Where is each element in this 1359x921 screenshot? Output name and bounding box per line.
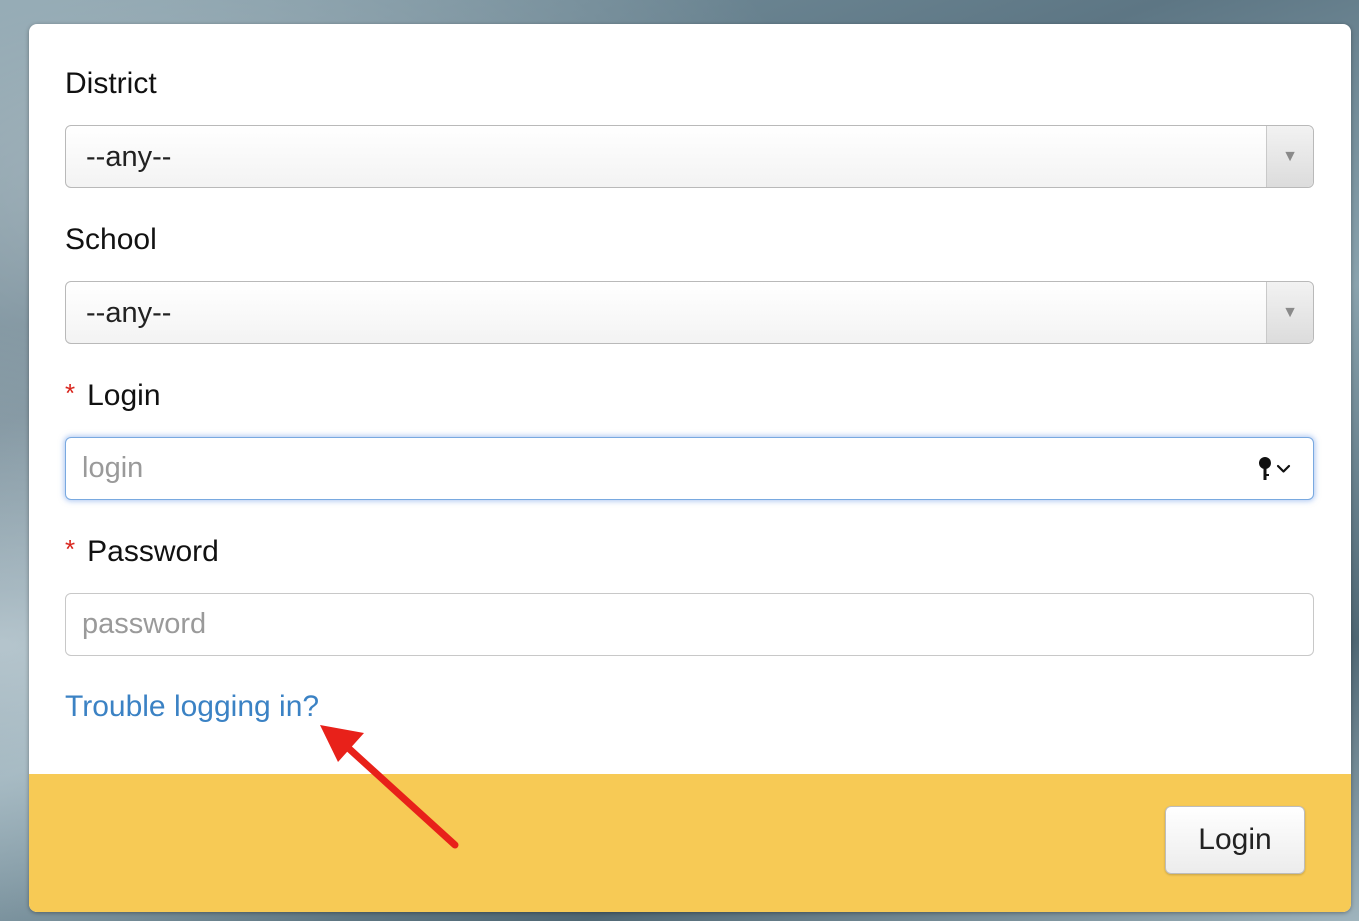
login-panel: District --any-- ▼ School --any-- ▼ * Log…: [29, 24, 1351, 912]
school-label: School: [65, 222, 157, 258]
dropdown-arrow-icon[interactable]: ▼: [1266, 126, 1313, 187]
required-marker: *: [65, 534, 76, 564]
form-footer: Login: [29, 774, 1351, 912]
login-label: * Login: [65, 378, 161, 414]
dropdown-arrow-icon[interactable]: ▼: [1266, 282, 1313, 343]
login-button[interactable]: Login: [1165, 806, 1305, 874]
district-label: District: [65, 66, 157, 102]
login-input[interactable]: [65, 437, 1314, 500]
school-label-text: School: [65, 223, 157, 256]
school-select-value: --any--: [86, 297, 172, 329]
district-label-text: District: [65, 67, 157, 100]
key-icon[interactable]: [1256, 455, 1296, 483]
district-select-value: --any--: [86, 141, 172, 173]
school-select[interactable]: --any-- ▼: [65, 281, 1314, 344]
required-marker: *: [65, 378, 76, 408]
chevron-down-icon: [1276, 464, 1291, 473]
password-label: * Password: [65, 534, 219, 570]
trouble-logging-in-link[interactable]: Trouble logging in?: [65, 689, 319, 725]
password-label-text: Password: [87, 535, 219, 568]
login-label-text: Login: [87, 379, 161, 412]
password-input[interactable]: [65, 593, 1314, 656]
district-select[interactable]: --any-- ▼: [65, 125, 1314, 188]
login-field-wrapper: [65, 437, 1314, 500]
